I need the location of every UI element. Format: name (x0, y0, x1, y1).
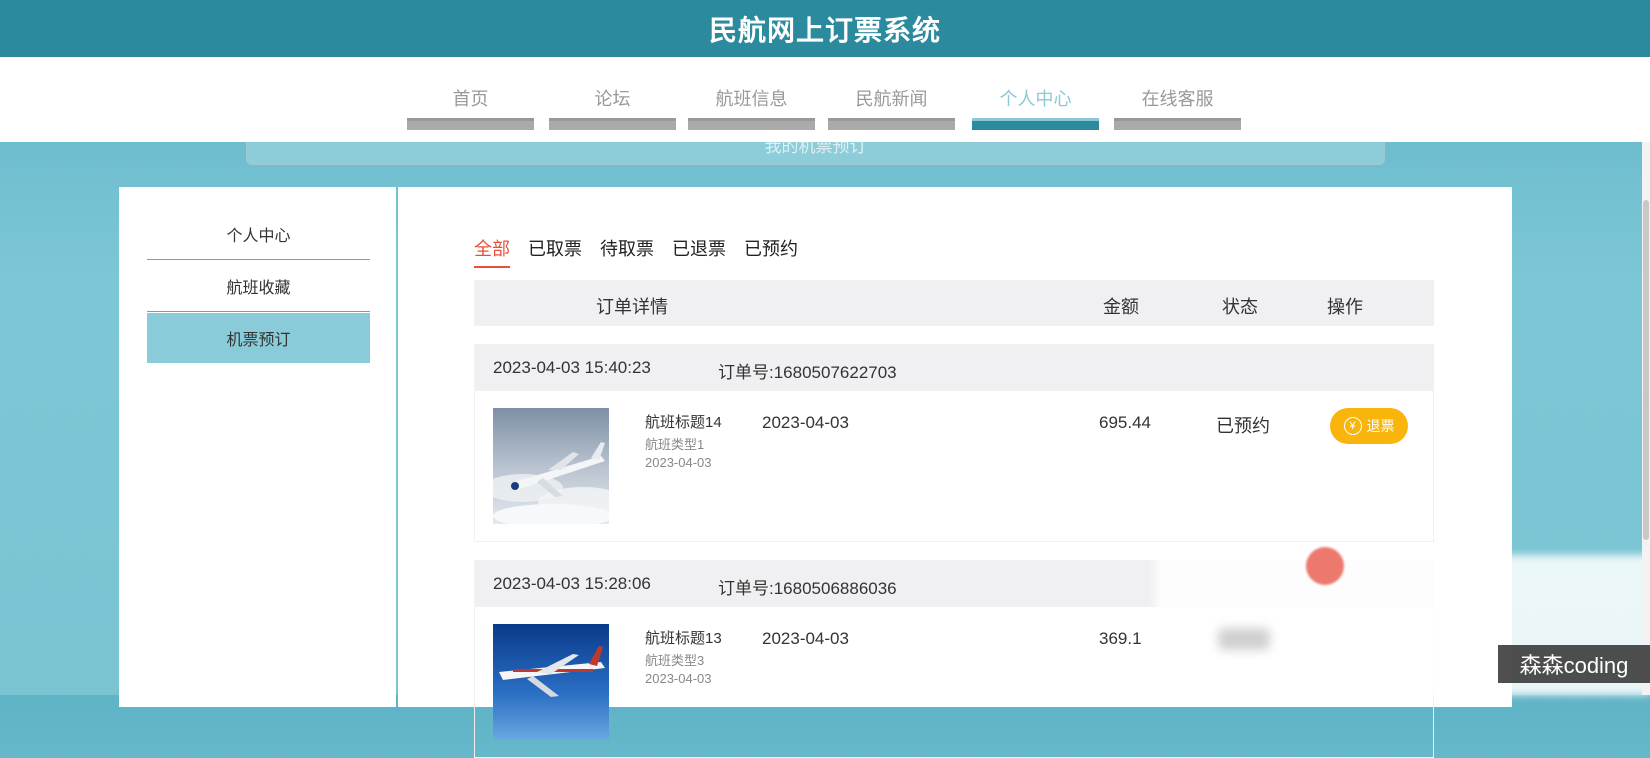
refund-button-label: 退票 (1366, 418, 1395, 434)
order-tabs: 全部 已取票 待取票 已退票 已预约 (474, 235, 798, 268)
order-header: 2023-04-03 15:40:23 订单号:1680507622703 (475, 345, 1433, 391)
header-status: 状态 (1222, 297, 1258, 317)
order-amount: 695.44 (1099, 413, 1151, 432)
order-amount: 369.1 (1099, 629, 1142, 648)
nav-label: 论坛 (594, 89, 631, 109)
sidebar-item-favorites[interactable]: 航班收藏 (147, 261, 370, 312)
nav-item-profile[interactable]: 个人中心 (972, 57, 1099, 142)
nav-underline (688, 118, 815, 130)
tab-refunded[interactable]: 已退票 (672, 235, 726, 268)
order-time: 2023-04-03 15:40:23 (493, 358, 651, 377)
sidebar-item-profile[interactable]: 个人中心 (147, 209, 370, 260)
page-banner: 我的机票预订 (246, 142, 1385, 165)
nav-label: 首页 (452, 89, 489, 109)
nav-label: 民航新闻 (855, 89, 928, 109)
order-number: 订单号:1680507622703 (718, 363, 897, 382)
flight-title: 航班标题14 (645, 414, 722, 431)
nav-underline (828, 118, 955, 130)
order-status: 已预约 (1216, 416, 1270, 436)
flight-type: 航班类型1 (645, 437, 705, 452)
top-nav: 首页 论坛 航班信息 民航新闻 个人中心 在线客服 (0, 57, 1650, 142)
tab-reserved[interactable]: 已预约 (744, 235, 798, 268)
order-date: 2023-04-03 (762, 629, 849, 648)
nav-underline (1114, 118, 1241, 130)
flight-image[interactable] (493, 624, 609, 740)
flight-title: 航班标题13 (645, 630, 722, 647)
tab-to-pick-up[interactable]: 待取票 (600, 235, 654, 268)
order-time: 2023-04-03 15:28:06 (493, 574, 651, 593)
header-action: 操作 (1327, 297, 1363, 317)
tab-all[interactable]: 全部 (474, 235, 510, 268)
nav-item-home[interactable]: 首页 (407, 57, 534, 142)
nav-label: 航班信息 (715, 89, 788, 109)
nav-item-support[interactable]: 在线客服 (1114, 57, 1241, 142)
order-number: 订单号:1680506886036 (718, 579, 897, 598)
header-detail: 订单详情 (596, 297, 668, 317)
flight-image[interactable] (493, 408, 609, 524)
nav-item-news[interactable]: 民航新闻 (828, 57, 955, 142)
yen-icon: ¥ (1343, 417, 1362, 435)
nav-underline (407, 118, 534, 130)
order-date: 2023-04-03 (762, 413, 849, 432)
nav-underline (972, 118, 1099, 130)
flight-date: 2023-04-03 (645, 455, 712, 470)
watermark: 森森coding (1498, 645, 1650, 683)
app-title: 民航网上订票系统 (0, 0, 1650, 57)
header-amount: 金额 (1103, 297, 1139, 317)
flight-date: 2023-04-03 (645, 671, 712, 686)
refund-button[interactable]: ¥ 退票 (1330, 408, 1408, 444)
nav-label: 个人中心 (999, 89, 1072, 109)
nav-underline (549, 118, 676, 130)
order-card: 2023-04-03 15:40:23 订单号:1680507622703 航班… (474, 344, 1434, 542)
sidebar-item-bookings[interactable]: 机票预订 (147, 313, 370, 363)
sidebar: 个人中心 航班收藏 机票预订 (119, 187, 396, 707)
cursor-highlight (1306, 547, 1344, 585)
blurred-status (1218, 628, 1270, 650)
tab-picked-up[interactable]: 已取票 (528, 235, 582, 268)
nav-label: 在线客服 (1141, 89, 1214, 109)
table-header: 订单详情 金额 状态 操作 (474, 280, 1434, 326)
nav-item-flights[interactable]: 航班信息 (688, 57, 815, 142)
order-body: 航班标题14 航班类型1 2023-04-03 2023-04-03 695.4… (475, 391, 1433, 542)
flight-type: 航班类型3 (645, 653, 705, 668)
scrollbar-thumb[interactable] (1643, 200, 1649, 540)
nav-item-forum[interactable]: 论坛 (549, 57, 676, 142)
